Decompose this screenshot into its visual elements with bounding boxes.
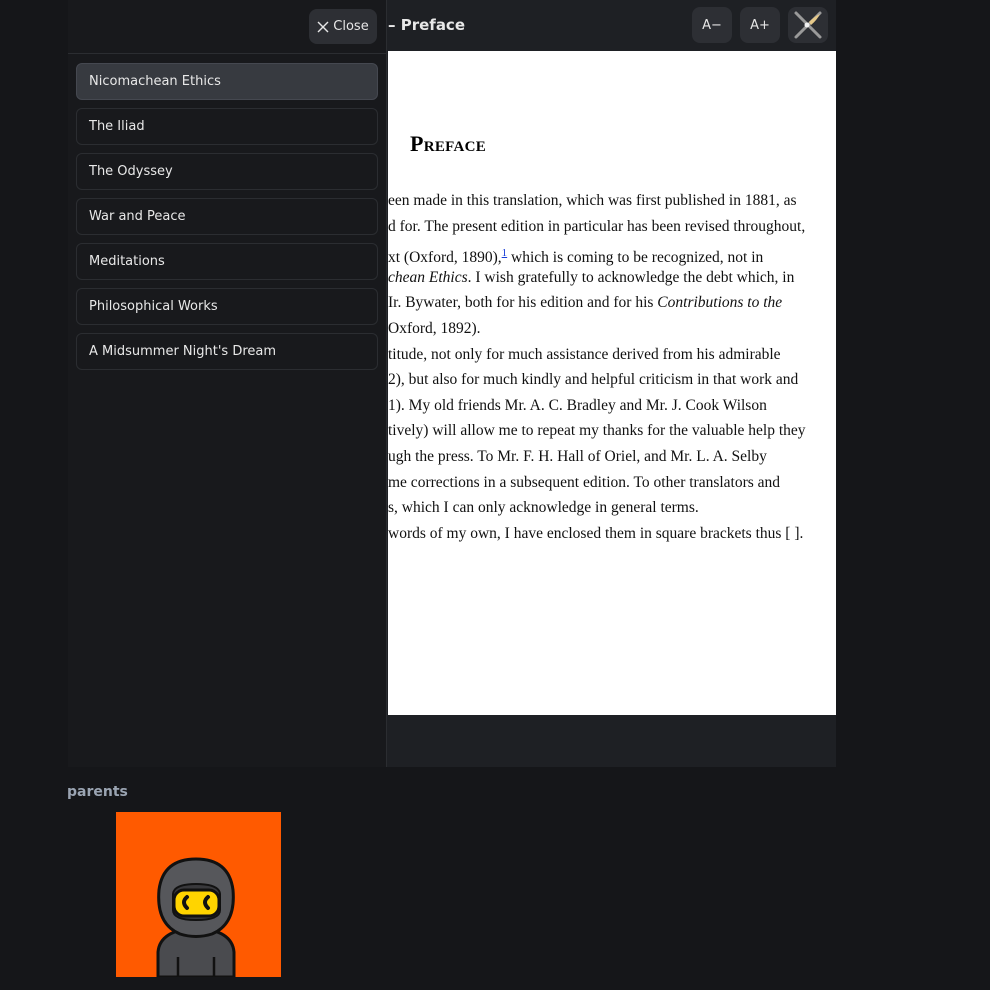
book-item[interactable]: Philosophical Works <box>76 288 378 325</box>
text-line: 2), but also for much kindly and helpful… <box>388 367 836 393</box>
text-segment: which is coming to be recognized, not in <box>507 249 764 267</box>
text-segment: Ir. Bywater, both for his edition and fo… <box>388 294 658 312</box>
ninja-avatar-icon <box>116 812 281 977</box>
page-body: een made in this translation, which was … <box>388 188 836 546</box>
book-item[interactable]: The Odyssey <box>76 153 378 190</box>
text-line: 1). My old friends Mr. A. C. Bradley and… <box>388 393 836 419</box>
book-title: A Midsummer Night's Dream <box>89 344 277 359</box>
text-segment: me corrections in a subsequent edition. … <box>388 473 781 491</box>
book-item[interactable]: War and Peace <box>76 198 378 235</box>
font-decrease-button[interactable]: A− <box>692 7 732 43</box>
text-line: titude, not only for much assistance der… <box>388 342 836 368</box>
book-item[interactable]: Meditations <box>76 243 378 280</box>
text-line: Oxford, 1892). <box>388 316 836 342</box>
text-line: een made in this translation, which was … <box>388 188 836 214</box>
italic-title: chean Ethics <box>388 268 468 286</box>
text-line: xt (Oxford, 1890),1 which is coming to b… <box>388 239 836 267</box>
close-label: Close <box>333 19 369 34</box>
text-line: words of my own, I have enclosed them in… <box>388 521 836 547</box>
book-item[interactable]: Nicomachean Ethics <box>76 63 378 100</box>
text-line: d for. The present edition in particular… <box>388 214 836 240</box>
text-segment: titude, not only for much assistance der… <box>388 345 781 363</box>
text-line: Ir. Bywater, both for his edition and fo… <box>388 290 836 316</box>
text-segment: een made in this translation, which was … <box>388 192 797 209</box>
text-segment: d for. The present edition in particular… <box>388 217 806 235</box>
text-line: ugh the press. To Mr. F. H. Hall of Orie… <box>388 444 836 470</box>
text-segment: tively) will allow me to repeat my thank… <box>388 422 806 440</box>
book-title: The Iliad <box>89 119 145 134</box>
close-icon <box>317 21 329 32</box>
text-line: me corrections in a subsequent edition. … <box>388 470 836 496</box>
text-segment: Oxford, 1892). <box>388 319 481 337</box>
font-increase-button[interactable]: A+ <box>740 7 780 43</box>
book-list: Nicomachean Ethics The Iliad The Odyssey Wa… <box>76 63 378 378</box>
text-line: tively) will allow me to repeat my thank… <box>388 418 836 444</box>
text-line: chean Ethics. I wish gratefully to ackno… <box>388 265 836 291</box>
page-heading: Preface <box>410 131 487 156</box>
theme-toggle-icon <box>794 11 822 39</box>
italic-title: Contributions to the <box>657 294 783 312</box>
book-title: Nicomachean Ethics <box>89 74 221 89</box>
theme-toggle-button[interactable] <box>788 7 828 43</box>
close-button[interactable]: Close <box>309 9 377 44</box>
book-title: Philosophical Works <box>89 299 218 314</box>
book-sidebar: Close Nicomachean Ethics The Iliad The Ody… <box>68 0 387 767</box>
book-title: Meditations <box>89 254 165 269</box>
book-item[interactable]: The Iliad <box>76 108 378 145</box>
book-item[interactable]: A Midsummer Night's Dream <box>76 333 378 370</box>
text-line: s, which I can only acknowledge in gener… <box>388 495 836 521</box>
sidebar-header: Close <box>68 0 387 54</box>
chapter-title: – Preface <box>388 16 465 34</box>
text-segment: 2), but also for much kindly and helpful… <box>388 371 799 389</box>
book-title: War and Peace <box>89 209 186 224</box>
text-segment: s, which I can only acknowledge in gener… <box>388 499 699 517</box>
reader-page: Preface een made in this translation, wh… <box>388 51 836 715</box>
text-segment: xt (Oxford, 1890), <box>388 249 502 267</box>
text-segment: 1). My old friends Mr. A. C. Bradley and… <box>388 396 767 414</box>
text-segment: words of my own, I have enclosed them in… <box>388 524 804 542</box>
avatar[interactable] <box>116 812 281 977</box>
text-segment: ugh the press. To Mr. F. H. Hall of Orie… <box>388 447 767 465</box>
parents-label: parents <box>67 784 128 800</box>
text-segment: . I wish gratefully to acknowledge the d… <box>467 268 795 286</box>
book-title: The Odyssey <box>89 164 173 179</box>
